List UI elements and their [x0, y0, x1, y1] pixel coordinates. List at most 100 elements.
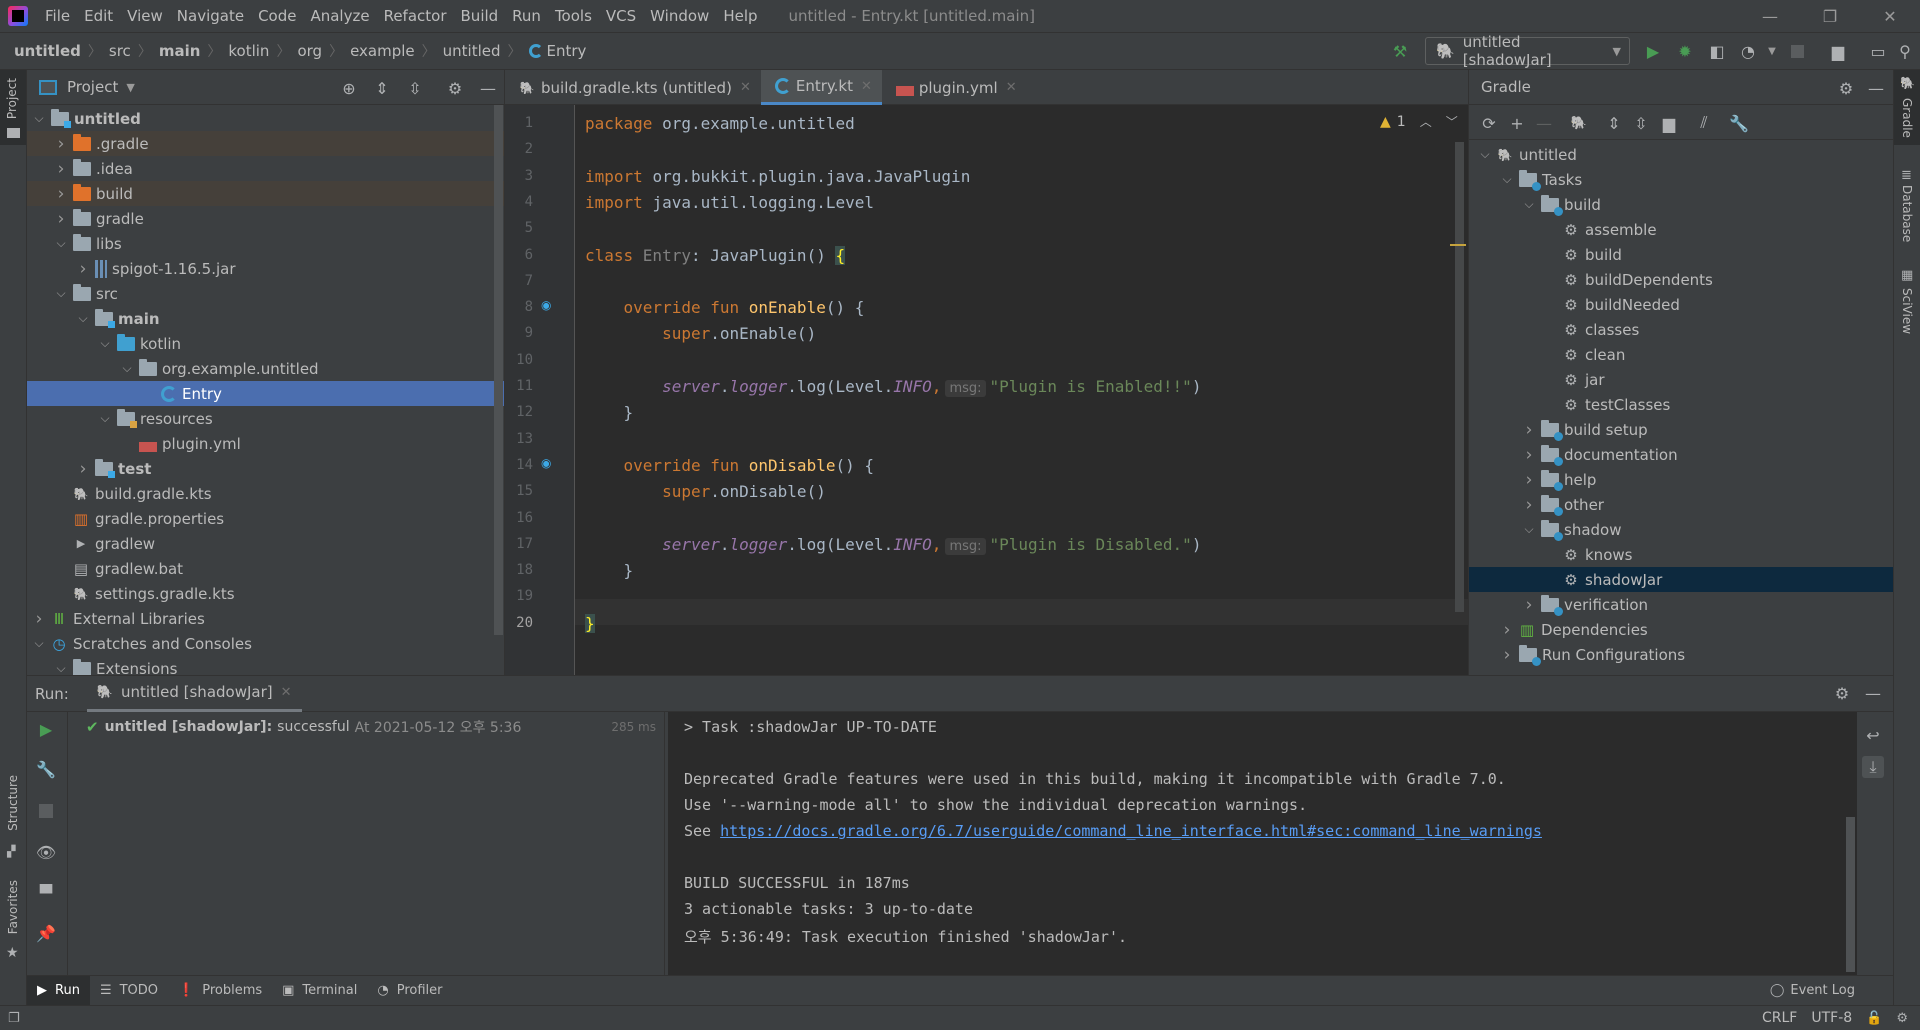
tree-item[interactable]: ⌵ shadow — [1469, 517, 1893, 542]
tool-tab-run[interactable]: ▶ Run — [27, 975, 90, 1006]
code-editor[interactable]: 1 2 3 4 5 6 7 8 ◉ 9 10 11 12 13 14 ◉ 15 16 17 18 19 20 packag… — [505, 105, 1468, 675]
chevron-down-icon[interactable]: ⌵ — [1521, 197, 1537, 212]
chevron-right-icon[interactable]: › — [75, 259, 91, 279]
tree-item[interactable]: ⌵ 🐘 untitled — [1469, 142, 1893, 167]
collapse-all-icon[interactable]: ⇳ — [405, 78, 425, 98]
debug-icon[interactable]: ✹ — [1675, 41, 1695, 61]
chevron-right-icon[interactable]: › — [1521, 470, 1537, 490]
soft-wrap-icon[interactable]: ↩ — [1862, 724, 1884, 746]
tree-item[interactable]: ⌵ build — [1469, 192, 1893, 217]
chevron-right-icon[interactable]: › — [1521, 445, 1537, 465]
project-stripe-button[interactable]: Project — [0, 70, 26, 145]
tree-item[interactable]: ⚙ classes — [1469, 317, 1893, 342]
search-icon[interactable]: ⚲ — [1895, 41, 1915, 61]
build-hammer-icon[interactable]: ⚒ — [1390, 41, 1410, 61]
chevron-down-icon[interactable]: ⌵ — [31, 636, 47, 651]
chevron-right-icon[interactable]: › — [1499, 620, 1515, 640]
project-scrollbar[interactable] — [494, 105, 503, 635]
menu-help[interactable]: Help — [716, 7, 764, 25]
hide-panel-icon[interactable]: — — [1866, 78, 1886, 98]
breadcrumb-item[interactable]: org — [297, 42, 322, 60]
menu-code[interactable]: Code — [251, 7, 303, 25]
chevron-right-icon[interactable]: › — [1521, 495, 1537, 515]
chevron-right-icon[interactable]: › — [53, 159, 69, 179]
close-tab-icon[interactable]: ✕ — [281, 685, 292, 700]
chevron-down-icon[interactable]: ⌵ — [1477, 147, 1493, 162]
eye-icon[interactable]: 👁 — [35, 841, 57, 863]
project-structure-icon[interactable]: ▆ — [1828, 41, 1848, 61]
layout-icon[interactable]: ▀ — [35, 882, 57, 904]
breadcrumb-item[interactable]: Entry — [547, 42, 587, 60]
lock-icon[interactable]: 🔓 — [1866, 1011, 1882, 1026]
chevron-down-icon[interactable]: ⌵ — [1521, 522, 1537, 537]
tree-item[interactable]: ⚙ jar — [1469, 367, 1893, 392]
toggle-offline-icon[interactable]: ⫽ — [1694, 113, 1714, 133]
chevron-right-icon[interactable]: › — [1521, 420, 1537, 440]
chevron-down-icon[interactable]: ⌵ — [53, 286, 69, 301]
chevron-down-icon[interactable]: ⌵ — [31, 111, 47, 126]
event-log-button[interactable]: ◯ Event Log — [1770, 983, 1855, 998]
tree-item[interactable]: ⌵ kotlin — [27, 331, 504, 356]
tree-item[interactable]: › test — [27, 456, 504, 481]
close-tab-icon[interactable]: ✕ — [740, 80, 751, 95]
remove-icon[interactable]: — — [1534, 113, 1554, 133]
hide-panel-icon[interactable]: — — [478, 78, 498, 98]
tree-item[interactable]: ⌵ libs — [27, 231, 504, 256]
tree-item[interactable]: ⌵ ◷ Scratches and Consoles — [27, 631, 504, 656]
tool-tab-profiler[interactable]: ◔ Profiler — [367, 976, 452, 1006]
database-stripe-button[interactable]: Database — [1900, 185, 1914, 242]
inspection-settings-icon[interactable]: ⚙ — [1896, 1011, 1908, 1026]
project-view-select[interactable]: Project — [67, 78, 118, 96]
locate-file-icon[interactable]: ⊕ — [339, 78, 359, 98]
tree-item[interactable]: › other — [1469, 492, 1893, 517]
menu-build[interactable]: Build — [454, 7, 506, 25]
chevron-down-icon[interactable]: ⌵ — [119, 361, 135, 376]
tree-item[interactable]: ▥ gradle.properties — [27, 506, 504, 531]
menu-analyze[interactable]: Analyze — [303, 7, 376, 25]
tree-item[interactable]: ▶ gradlew — [27, 531, 504, 556]
profile-icon[interactable]: ◔ — [1738, 41, 1758, 61]
tree-item[interactable]: › Ⅲ External Libraries — [27, 606, 504, 631]
gradle-stripe-button[interactable]: 🐘 Gradle — [1894, 70, 1920, 145]
add-icon[interactable]: + — [1507, 113, 1527, 133]
editor-scrollbar[interactable] — [1455, 142, 1464, 612]
menu-file[interactable]: File — [38, 7, 77, 25]
pin-icon[interactable]: 📌 — [35, 922, 57, 944]
stop-icon[interactable] — [1787, 41, 1807, 61]
project-structure-icon[interactable]: ▆ — [1659, 113, 1679, 133]
chevron-down-icon[interactable]: ⌵ — [97, 411, 113, 426]
close-button[interactable]: ✕ — [1860, 0, 1920, 33]
chevron-down-icon[interactable]: ⌵ — [97, 336, 113, 351]
coverage-icon[interactable]: ◧ — [1707, 41, 1727, 61]
close-tab-icon[interactable]: ✕ — [861, 79, 872, 94]
menu-vcs[interactable]: VCS — [599, 7, 643, 25]
menu-edit[interactable]: Edit — [77, 7, 120, 25]
gear-icon[interactable]: ⚙ — [1836, 78, 1856, 98]
override-marker-icon[interactable]: ◉ — [541, 456, 551, 470]
chevron-down-icon[interactable]: ⌵ — [53, 236, 69, 251]
scroll-to-end-icon[interactable]: ⤓ — [1862, 756, 1884, 778]
override-marker-icon[interactable]: ◉ — [541, 298, 551, 312]
chevron-right-icon[interactable]: › — [53, 134, 69, 154]
tree-item[interactable]: plugin.yml — [27, 431, 504, 456]
rerun-icon[interactable]: ▶ — [35, 718, 57, 740]
sciview-stripe-button[interactable]: SciView — [1900, 288, 1914, 334]
tree-item[interactable]: ⚙ shadowJar — [1469, 567, 1893, 592]
gear-icon[interactable]: ⚙ — [445, 78, 465, 98]
chevron-down-icon[interactable]: ⌵ — [75, 311, 91, 326]
structure-stripe-button[interactable]: Structure — [6, 775, 20, 831]
console-scrollbar[interactable] — [1846, 817, 1855, 972]
tree-item[interactable]: › .gradle — [27, 131, 504, 156]
build-settings-icon[interactable]: 🔧 — [1729, 113, 1749, 133]
editor-tab[interactable]: Entry.kt ✕ — [760, 70, 882, 105]
tree-item[interactable]: ⌵ org.example.untitled — [27, 356, 504, 381]
chevron-down-icon[interactable]: ⌵ — [53, 661, 69, 676]
run-tab[interactable]: 🐘 untitled [shadowJar] ✕ — [86, 676, 302, 712]
profile-dropdown-icon[interactable]: ▼ — [1762, 41, 1782, 61]
console-link[interactable]: https://docs.gradle.org/6.7/userguide/co… — [720, 822, 1542, 840]
menu-navigate[interactable]: Navigate — [170, 7, 251, 25]
tree-item[interactable]: › gradle — [27, 206, 504, 231]
close-tab-icon[interactable]: ✕ — [1006, 80, 1017, 95]
run-result-row[interactable]: ✔ untitled [shadowJar]: successful At 20… — [86, 717, 656, 737]
restore-button[interactable]: ❐ — [1800, 0, 1860, 33]
